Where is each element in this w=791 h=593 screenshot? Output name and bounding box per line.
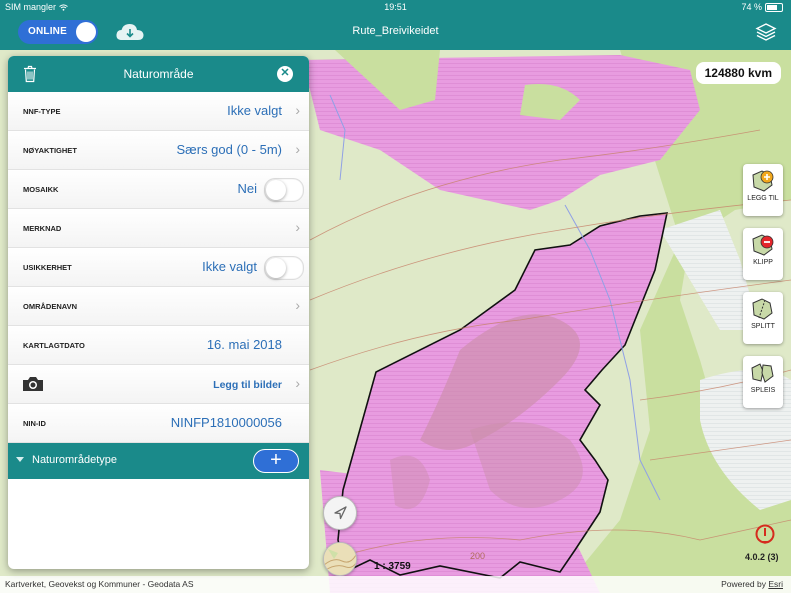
nav-bar: ONLINE Rute_Breivikeidet <box>0 14 791 50</box>
attribute-row-nin-id[interactable]: NIN-ID NINFP1810000056 <box>8 404 309 443</box>
chevron-right-icon: › <box>295 219 300 235</box>
chevron-right-icon: › <box>295 141 300 157</box>
collapse-triangle-icon <box>16 457 24 462</box>
merge-area-icon <box>751 363 774 383</box>
attribute-key: KARTLAGTDATO <box>23 341 85 350</box>
map-attribution-bar: Kartverket, Geovekst og Kommuner - Geoda… <box>0 576 791 593</box>
attribute-value: Ikke valgt <box>227 103 282 118</box>
attribute-row-usikkerhet[interactable]: USIKKERHET Ikke valgt <box>8 248 309 287</box>
nature-area-panel: Naturområde ✕ NNF-TYPE Ikke valgt › NØYAKTI… <box>8 56 309 569</box>
contour-label: 200 <box>470 551 485 561</box>
attribute-value: Legg til bilder <box>213 379 282 391</box>
attribute-value: Ikke valgt <box>202 259 257 274</box>
powered-by: Powered by Esri <box>721 579 783 589</box>
chevron-right-icon: › <box>295 297 300 313</box>
basemap-button[interactable] <box>323 542 357 576</box>
location-arrow-icon <box>334 506 347 520</box>
power-icon[interactable] <box>754 523 776 545</box>
attribute-key: NØYAKTIGHET <box>23 146 77 155</box>
camera-icon <box>23 377 43 391</box>
battery-percent: 74 % <box>741 2 762 12</box>
app-version: 4.0.2 (3) <box>745 552 779 562</box>
merge-area-label: SPLEIS <box>750 387 776 394</box>
locate-button[interactable] <box>323 496 357 530</box>
split-area-button[interactable]: SPLITT <box>743 292 783 344</box>
attribute-row-nnf-type[interactable]: NNF-TYPE Ikke valgt › <box>8 92 309 131</box>
attribute-key: MOSAIKK <box>23 185 59 194</box>
toggle-switch[interactable] <box>264 256 304 280</box>
attribute-row-merknad[interactable]: MERKNAD › <box>8 209 309 248</box>
status-bar: SIM mangler 19:51 74 % <box>0 0 791 14</box>
attribute-value: NINFP1810000056 <box>170 415 282 430</box>
attribute-value: Nei <box>237 181 257 196</box>
split-area-label: SPLITT <box>751 323 775 330</box>
powered-by-label: Powered by <box>721 579 766 589</box>
toggle-switch[interactable] <box>264 178 304 202</box>
cut-area-label: KLIPP <box>753 259 773 266</box>
nature-area-type-section[interactable]: Naturområdetype + <box>8 443 309 479</box>
chevron-right-icon: › <box>295 375 300 391</box>
area-readout: 124880 kvm <box>695 62 781 84</box>
basemap-thumbnail-icon <box>324 543 356 575</box>
toggle-knob <box>266 180 286 200</box>
section-label: Naturområdetype <box>32 454 117 466</box>
attribute-key: NIN-ID <box>23 419 46 428</box>
close-icon[interactable]: ✕ <box>277 66 293 82</box>
battery-icon <box>765 2 783 12</box>
panel-header: Naturområde ✕ <box>8 56 309 92</box>
chevron-right-icon: › <box>295 102 300 118</box>
nav-title: Rute_Breivikeidet <box>352 25 439 37</box>
attribute-row-n-yaktighet[interactable]: NØYAKTIGHET Særs god (0 - 5m) › <box>8 131 309 170</box>
add-area-label: LEGG TIL <box>747 195 779 202</box>
attribute-key: USIKKERHET <box>23 263 72 272</box>
attribute-key: OMRÅDENAVN <box>23 302 78 311</box>
cut-area-icon <box>752 234 774 256</box>
add-nature-area-type-button[interactable]: + <box>253 449 299 473</box>
attribute-value: 16. mai 2018 <box>206 337 282 352</box>
layers-icon[interactable] <box>755 22 777 42</box>
attribute-key: MERKNAD <box>23 224 62 233</box>
esri-link[interactable]: Esri <box>768 579 783 589</box>
split-area-icon <box>752 298 773 320</box>
clock: 19:51 <box>384 2 407 12</box>
attribute-row-mosaikk[interactable]: MOSAIKK Nei <box>8 170 309 209</box>
attribute-row-kartlagtdato[interactable]: KARTLAGTDATO 16. mai 2018 <box>8 326 309 365</box>
cut-area-button[interactable]: KLIPP <box>743 228 783 280</box>
panel-title: Naturområde <box>123 67 194 81</box>
attribute-row-photos[interactable]: Legg til bilder › <box>8 365 309 404</box>
merge-area-button[interactable]: SPLEIS <box>743 356 783 408</box>
toggle-knob <box>266 258 286 278</box>
attribute-key: NNF-TYPE <box>23 107 61 116</box>
map-scale: 1 : 3759 <box>374 561 411 572</box>
attribute-row-omr-denavn[interactable]: OMRÅDENAVN › <box>8 287 309 326</box>
add-area-icon <box>752 170 774 192</box>
battery-status: 74 % <box>741 2 783 12</box>
add-area-button[interactable]: LEGG TIL <box>743 164 783 216</box>
map-attribution: Kartverket, Geovekst og Kommuner - Geoda… <box>5 579 194 589</box>
attribute-value: Særs god (0 - 5m) <box>176 142 282 157</box>
attribute-list: NNF-TYPE Ikke valgt › NØYAKTIGHET Særs god (… <box>8 92 309 443</box>
